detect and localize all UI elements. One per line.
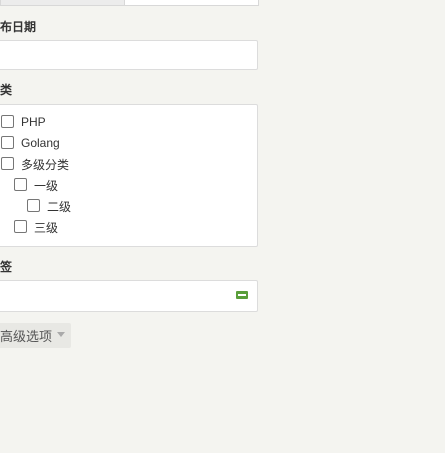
- category-item-label: 三级: [34, 220, 59, 235]
- checkbox[interactable]: [1, 156, 14, 170]
- checkbox[interactable]: [14, 177, 27, 191]
- category-item-label: 多级分类: [21, 157, 70, 172]
- category-item-multilevel[interactable]: 多级分类: [1, 155, 69, 173]
- tag-icon[interactable]: [236, 291, 248, 299]
- category-label: 类: [0, 83, 13, 97]
- tags-label: 签: [0, 260, 13, 274]
- category-item-php[interactable]: PHP: [1, 113, 46, 131]
- tags-input[interactable]: [0, 280, 258, 312]
- category-item-label: Golang: [21, 136, 60, 150]
- checkbox[interactable]: [1, 114, 14, 128]
- category-item-level2[interactable]: 二级: [27, 197, 71, 215]
- advanced-options-button[interactable]: 高级选项: [0, 323, 71, 348]
- tab-inactive[interactable]: [1, 0, 125, 5]
- category-item-level1[interactable]: 一级: [14, 176, 58, 194]
- checkbox[interactable]: [1, 135, 14, 149]
- post-settings-panel: 布日期 类 PHP Golang 多级分类 一级 二级 三级 签 高级选项: [0, 0, 445, 453]
- advanced-options-label: 高级选项: [0, 329, 53, 344]
- checkbox[interactable]: [14, 219, 27, 233]
- category-item-level3[interactable]: 三级: [14, 218, 58, 236]
- publish-date-label: 布日期: [0, 20, 37, 34]
- category-item-label: 一级: [34, 178, 59, 193]
- publish-date-input[interactable]: [0, 40, 258, 70]
- category-item-label: PHP: [21, 115, 46, 129]
- category-item-label: 二级: [47, 199, 72, 214]
- tab-strip: [0, 0, 259, 6]
- caret-down-icon: [57, 332, 66, 337]
- category-item-golang[interactable]: Golang: [1, 134, 60, 152]
- checkbox[interactable]: [27, 198, 40, 212]
